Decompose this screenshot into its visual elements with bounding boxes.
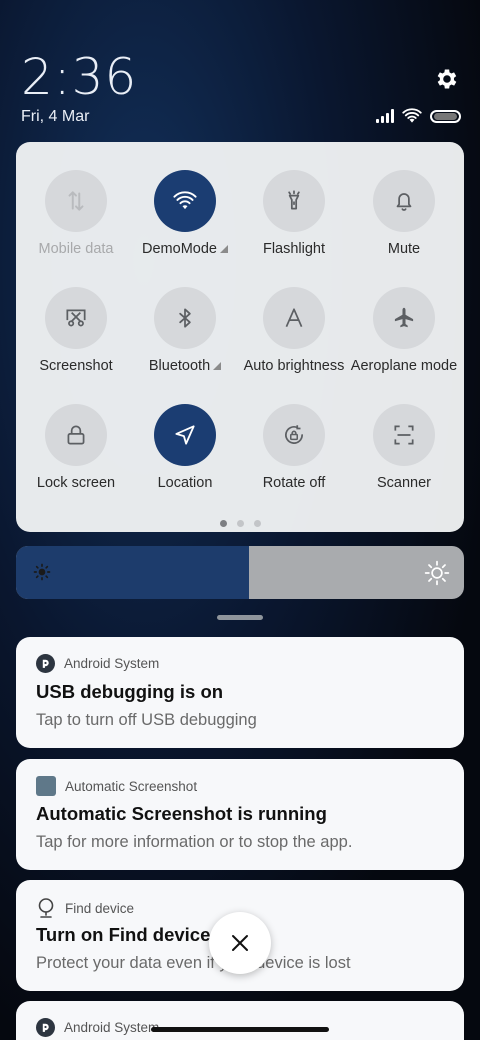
tile-label: Rotate off bbox=[262, 475, 326, 491]
notification-usb-debugging[interactable]: Android System USB debugging is on Tap t… bbox=[16, 637, 464, 748]
find-device-icon bbox=[38, 898, 54, 918]
tile-screenshot[interactable]: Screenshot bbox=[20, 287, 132, 374]
notification-title: Automatic Screenshot is running bbox=[36, 803, 327, 824]
android-system-icon bbox=[36, 1018, 55, 1037]
screenshot-icon bbox=[45, 287, 107, 349]
notification-text: Tap for more information or to stop the … bbox=[36, 833, 353, 851]
tile-demomode[interactable]: DemoMode bbox=[129, 170, 241, 257]
clock-time: 2:36 bbox=[21, 48, 138, 106]
tile-label: Screenshot bbox=[39, 358, 113, 374]
page-dot bbox=[219, 520, 227, 527]
status-icons bbox=[376, 108, 461, 124]
tile-label: Mobile data bbox=[38, 241, 114, 257]
expand-icon bbox=[219, 245, 228, 253]
tile-mobile-data[interactable]: Mobile data bbox=[20, 170, 132, 257]
gesture-nav-bar[interactable] bbox=[151, 1027, 329, 1032]
tile-label: Scanner bbox=[376, 475, 431, 491]
notification-android-system[interactable]: Android System bbox=[16, 1001, 464, 1040]
mobile-data-icon bbox=[45, 170, 107, 232]
page-indicator bbox=[16, 520, 464, 527]
tile-label: Flashlight bbox=[262, 241, 326, 257]
notification-app-row: Android System bbox=[36, 1018, 159, 1037]
app-square-icon bbox=[36, 776, 56, 796]
battery-icon bbox=[430, 109, 461, 123]
airplane-icon bbox=[373, 287, 435, 349]
notification-app-row: Android System bbox=[36, 654, 159, 673]
tile-flashlight[interactable]: Flashlight bbox=[238, 170, 350, 257]
tile-label: Auto brightness bbox=[243, 358, 345, 374]
tile-label: Lock screen bbox=[36, 475, 116, 491]
tile-auto-brightness[interactable]: Auto brightness bbox=[238, 287, 350, 374]
page-dot bbox=[236, 520, 244, 527]
drag-handle[interactable] bbox=[217, 615, 263, 620]
tile-lock-screen[interactable]: Lock screen bbox=[20, 404, 132, 491]
bell-icon bbox=[373, 170, 435, 232]
brightness-high-icon bbox=[424, 560, 450, 586]
clear-all-button[interactable] bbox=[209, 912, 271, 974]
notification-title: Turn on Find device bbox=[36, 924, 211, 945]
scanner-icon bbox=[373, 404, 435, 466]
wifi-icon bbox=[402, 108, 422, 123]
rotate-lock-icon bbox=[263, 404, 325, 466]
tile-label: Aeroplane mode bbox=[350, 358, 458, 374]
android-system-icon bbox=[36, 654, 55, 673]
notification-app-name: Find device bbox=[65, 900, 135, 916]
brightness-slider[interactable] bbox=[16, 546, 464, 599]
tile-label: Location bbox=[157, 475, 213, 491]
quick-settings-panel: Mobile data DemoMode Flashlight Mute Scr… bbox=[16, 142, 464, 532]
page-dot bbox=[253, 520, 261, 527]
notification-app-row: Automatic Screenshot bbox=[36, 776, 197, 796]
gear-icon[interactable] bbox=[434, 66, 460, 92]
tile-bluetooth[interactable]: Bluetooth bbox=[129, 287, 241, 374]
notification-text: Protect your data even if your device is… bbox=[36, 954, 351, 972]
notification-app-row: Find device bbox=[36, 897, 134, 919]
notification-app-name: Android System bbox=[64, 656, 160, 671]
tile-label: Mute bbox=[387, 241, 421, 257]
date-label: Fri, 4 Mar bbox=[21, 108, 90, 125]
bluetooth-icon bbox=[154, 287, 216, 349]
signal-icon bbox=[376, 109, 394, 123]
lock-icon bbox=[45, 404, 107, 466]
brightness-low-icon bbox=[33, 563, 51, 581]
tile-mute[interactable]: Mute bbox=[348, 170, 460, 257]
tile-scanner[interactable]: Scanner bbox=[348, 404, 460, 491]
auto-brightness-icon bbox=[263, 287, 325, 349]
notification-app-name: Automatic Screenshot bbox=[65, 778, 198, 794]
expand-icon bbox=[213, 362, 222, 370]
tile-rotate-off[interactable]: Rotate off bbox=[238, 404, 350, 491]
location-icon bbox=[154, 404, 216, 466]
tile-aeroplane-mode[interactable]: Aeroplane mode bbox=[348, 287, 460, 374]
wifi-icon bbox=[154, 170, 216, 232]
tile-label-row: Bluetooth bbox=[129, 358, 241, 374]
flashlight-icon bbox=[263, 170, 325, 232]
tile-label: DemoMode bbox=[142, 241, 217, 257]
notification-app-name: Android System bbox=[64, 1020, 160, 1035]
tile-location[interactable]: Location bbox=[129, 404, 241, 491]
notification-automatic-screenshot[interactable]: Automatic Screenshot Automatic Screensho… bbox=[16, 759, 464, 870]
notification-text: Tap to turn off USB debugging bbox=[36, 711, 257, 729]
tile-label: Bluetooth bbox=[148, 358, 211, 374]
tile-label-row: DemoMode bbox=[129, 241, 241, 257]
close-icon bbox=[232, 935, 248, 951]
notification-title: USB debugging is on bbox=[36, 681, 224, 702]
